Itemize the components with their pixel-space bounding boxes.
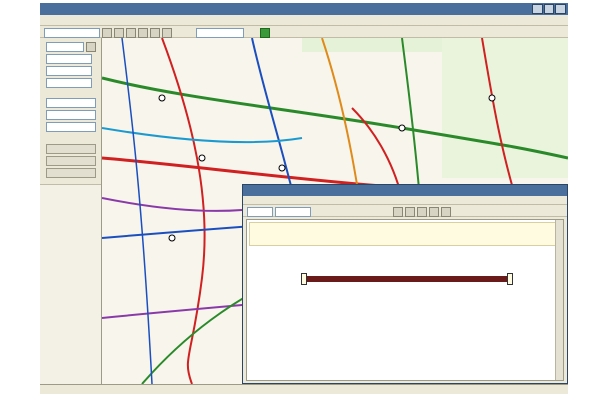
zoom-in-icon[interactable] [114, 28, 124, 38]
via-entry-1[interactable] [46, 98, 96, 108]
via-entry-3[interactable] [46, 122, 96, 132]
station-marker[interactable] [488, 94, 496, 102]
station-marker[interactable] [158, 94, 166, 102]
left-search-panel [40, 38, 102, 384]
find-icon[interactable] [162, 28, 172, 38]
go-icon[interactable] [260, 28, 270, 38]
date-field[interactable] [44, 28, 100, 38]
result-list-area[interactable] [40, 184, 101, 384]
route-window-title-bar[interactable] [243, 185, 567, 196]
origin-label-box[interactable] [46, 42, 84, 52]
calendar-icon[interactable] [102, 28, 112, 38]
station-marker[interactable] [168, 234, 176, 242]
destination-station-marker [507, 273, 513, 285]
route-select-field[interactable] [247, 207, 273, 217]
swap-icon[interactable] [86, 42, 96, 52]
station-marker[interactable] [398, 124, 406, 132]
map-icon[interactable] [441, 207, 451, 217]
zoom-out-icon[interactable] [126, 28, 136, 38]
origin-station-marker [301, 273, 307, 285]
search-button[interactable] [46, 144, 96, 154]
route-window-menu-bar[interactable] [243, 196, 567, 205]
rail-line [102, 127, 303, 144]
copy-icon[interactable] [417, 207, 427, 217]
route-detail-panel [246, 219, 564, 381]
main-window-title-bar[interactable] [40, 3, 568, 15]
via-station-1[interactable] [46, 54, 92, 64]
main-toolbar [40, 26, 568, 38]
close-icon[interactable] [555, 4, 567, 14]
close-icon[interactable] [393, 207, 403, 217]
route-mode-field[interactable] [275, 207, 311, 217]
rail-line [121, 38, 153, 384]
route-result-window[interactable] [242, 184, 568, 384]
print-icon[interactable] [405, 207, 415, 217]
route-segment-bar [307, 276, 507, 282]
search-station-field[interactable] [196, 28, 244, 38]
route-scrollbar[interactable] [555, 220, 563, 380]
rail-line [102, 197, 243, 212]
via-entry-2[interactable] [46, 110, 96, 120]
route-summary [249, 222, 561, 246]
minimize-icon[interactable] [532, 4, 543, 14]
option-button-1[interactable] [46, 156, 96, 166]
via-station-2[interactable] [46, 66, 92, 76]
pan-icon[interactable] [138, 28, 148, 38]
destination-station[interactable] [46, 78, 92, 88]
save-icon[interactable] [429, 207, 439, 217]
route-window-toolbar [243, 205, 567, 217]
option-button-2[interactable] [46, 168, 96, 178]
main-menu-bar[interactable] [40, 15, 568, 26]
print-icon[interactable] [150, 28, 160, 38]
status-bar [40, 384, 568, 394]
station-marker[interactable] [198, 154, 206, 162]
station-marker[interactable] [278, 164, 286, 172]
maximize-icon[interactable] [543, 4, 555, 14]
